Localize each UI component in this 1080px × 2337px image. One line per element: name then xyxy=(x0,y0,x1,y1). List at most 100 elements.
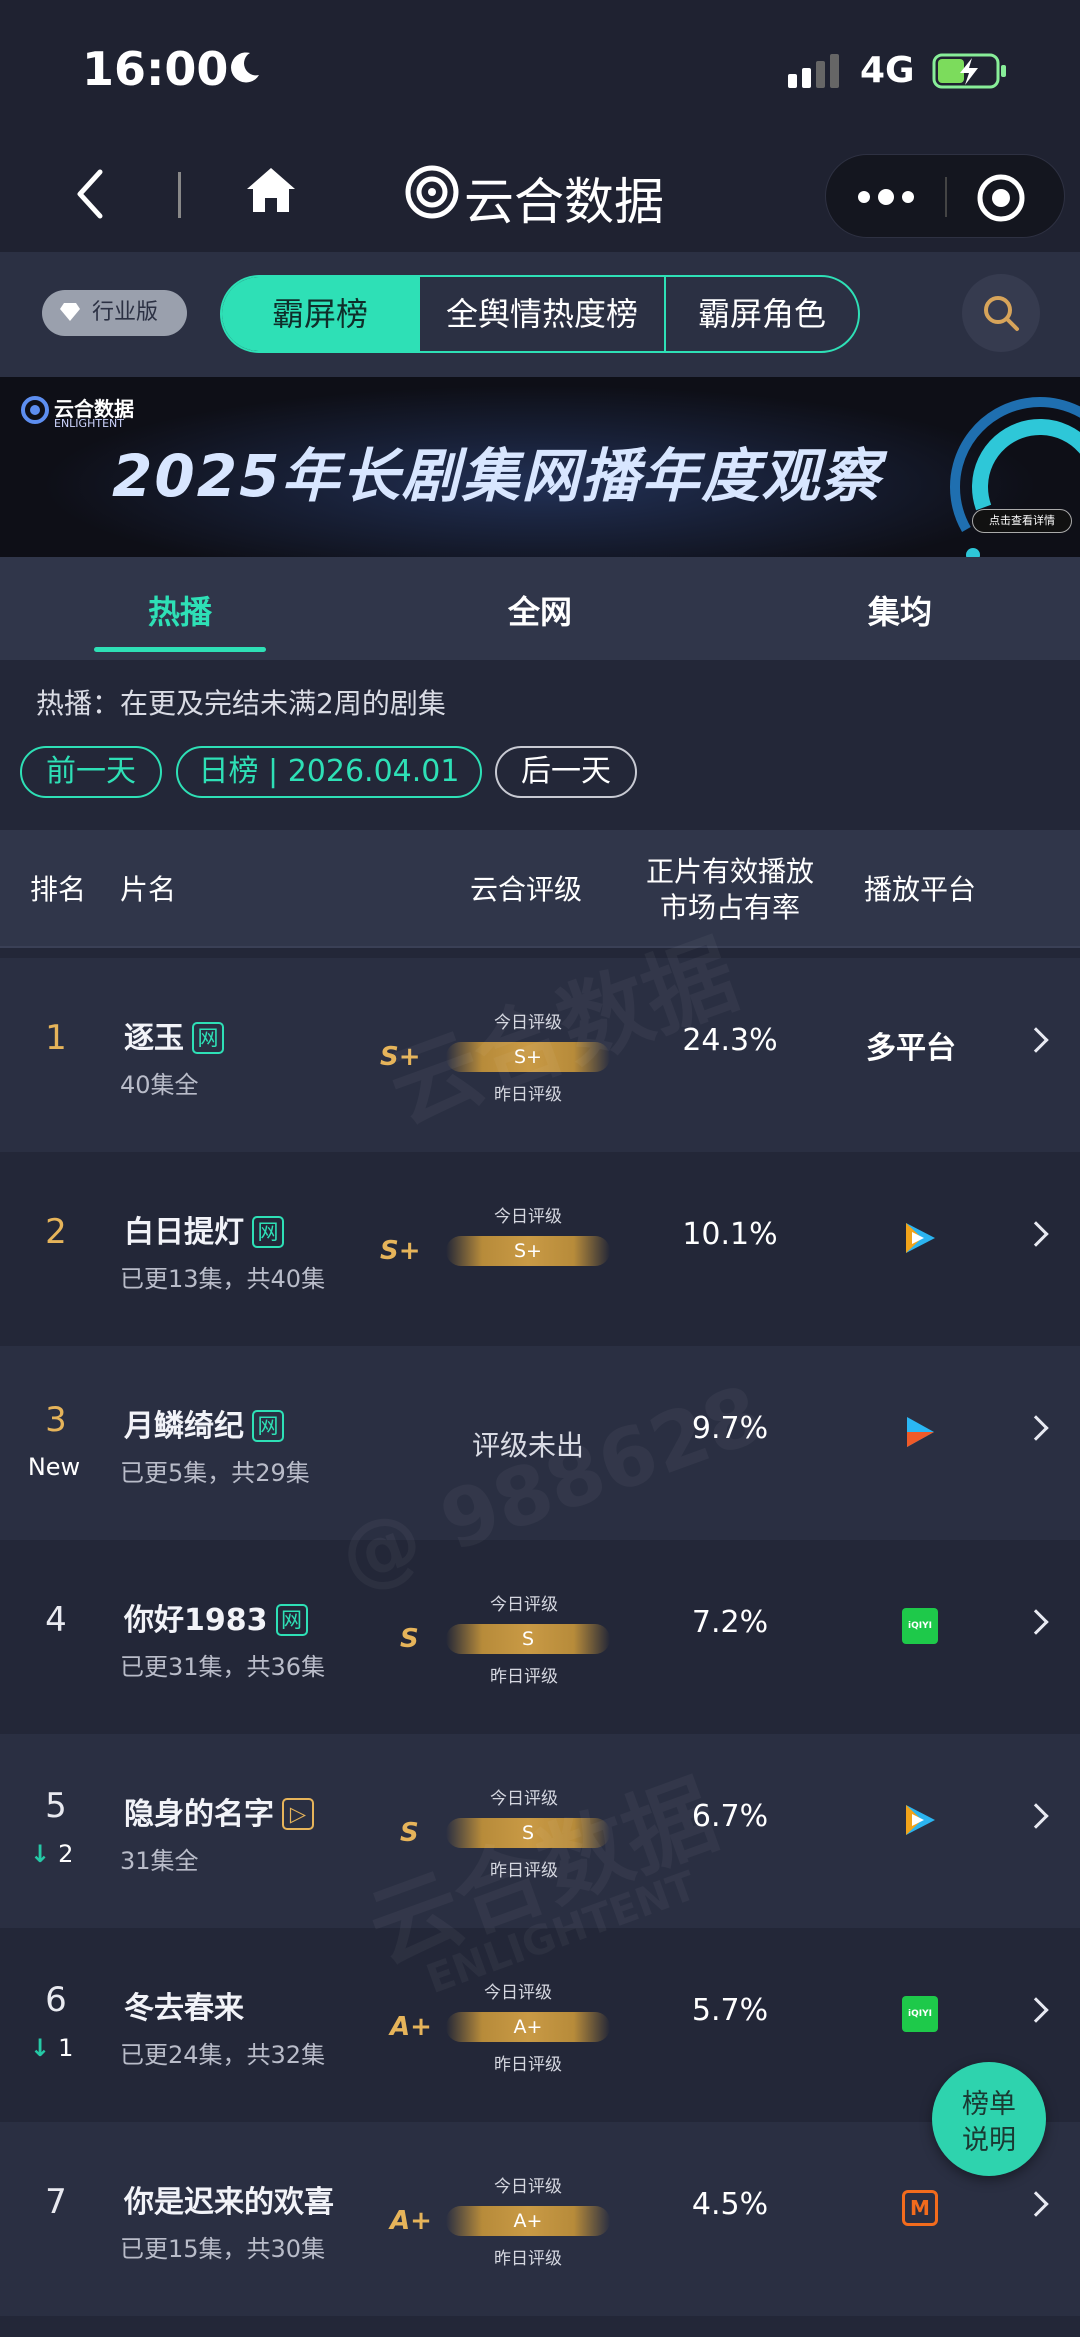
tencent-video-icon xyxy=(906,1805,935,1835)
segment-group: 霸屏榜 全舆情热度榜 霸屏角色 xyxy=(220,275,860,353)
play-badge: ▷ xyxy=(282,1798,314,1830)
iqiyi-icon: iQIYI xyxy=(902,1996,938,2032)
signal-icon xyxy=(788,54,839,88)
chevron-right-icon[interactable] xyxy=(1023,1221,1049,1247)
col-name: 片名 xyxy=(120,873,177,906)
table-row[interactable]: 2 白日提灯网 已更13集，共40集 S+ 今日评级 S+ 10.1% xyxy=(0,1152,1080,1346)
web-series-badge: 网 xyxy=(275,1604,308,1636)
rank-number: 1 xyxy=(45,1018,67,1058)
next-day-button[interactable]: 后一天 xyxy=(495,746,637,798)
segment-quanyuqing[interactable]: 全舆情热度榜 xyxy=(420,277,664,351)
chevron-right-icon[interactable] xyxy=(1023,1415,1049,1441)
grade-value: S+ xyxy=(380,1236,421,1266)
episode-info: 已更24集，共32集 xyxy=(120,2041,326,2069)
rank-change: ↓ 2 xyxy=(30,1840,73,1868)
tab-rebo[interactable]: 热播 xyxy=(80,587,280,633)
table-row[interactable]: 7 你是迟来的欢喜 已更15集，共30集 A+ 今日评级 A+ 昨日评级 4.5… xyxy=(0,2122,1080,2316)
drama-title-text: 隐身的名字 xyxy=(124,1797,274,1832)
arrow-down-icon: ↓ xyxy=(30,2034,51,2062)
banner-logo-icon xyxy=(21,396,49,424)
tab-active-indicator xyxy=(94,647,266,652)
rank-number: 5 xyxy=(45,1786,67,1826)
status-time: 16:00 xyxy=(82,42,229,96)
rank-number: 6 xyxy=(45,1980,67,2020)
market-share: 4.5% xyxy=(691,2187,769,2222)
table-header: 排名 片名 云合评级 正片有效播放 市场占有率 播放平台 xyxy=(0,830,1080,948)
capsule-divider xyxy=(945,177,947,217)
capsule-menu xyxy=(825,154,1065,238)
chevron-right-icon[interactable] xyxy=(1023,1609,1049,1635)
drama-title: 白日提灯网 xyxy=(124,1207,284,1251)
drama-title-text: 逐玉 xyxy=(124,1021,184,1056)
table-row[interactable]: 4 你好1983 网 已更31集，共36集 S 今日评级 S 昨日评级 7.2% … xyxy=(0,1540,1080,1734)
drama-title-text: 你好1983 xyxy=(124,1603,268,1638)
diamond-icon xyxy=(60,303,80,321)
youku-icon xyxy=(907,1417,934,1447)
segment-bapingbang[interactable]: 霸屏榜 xyxy=(222,277,418,351)
info-section: 热播：在更及完结未满2周的剧集 前一天 日榜 | 2026.04.01 后一天 xyxy=(0,660,1080,830)
drama-title-text: 冬去春来 xyxy=(124,1991,244,2026)
nav-divider xyxy=(178,172,181,218)
rank-number: 3 xyxy=(45,1400,67,1440)
market-share: 7.2% xyxy=(691,1605,769,1640)
rank-change-value: 2 xyxy=(58,1840,74,1868)
search-icon xyxy=(984,296,1019,331)
banner-title: 2025年长剧集网播年度观察 xyxy=(112,442,882,510)
search-button[interactable] xyxy=(962,274,1040,352)
tab-quanwang[interactable]: 全网 xyxy=(440,587,640,633)
app-title: 云合数据 xyxy=(464,173,664,231)
date-picker[interactable]: 日榜 | 2026.04.01 xyxy=(176,746,482,798)
grade-yesterday-label: 昨日评级 xyxy=(490,1667,558,1687)
back-icon[interactable] xyxy=(72,166,108,222)
tab-jijun[interactable]: 集均 xyxy=(800,587,1000,633)
fab-label-line2: 说明 xyxy=(962,2125,1016,2156)
hot-note: 热播：在更及完结未满2周的剧集 xyxy=(36,687,446,720)
edition-badge[interactable]: 行业版 xyxy=(42,290,187,336)
col-rank: 排名 xyxy=(30,873,87,906)
home-icon[interactable] xyxy=(243,162,299,218)
nav-bar: 云合数据 xyxy=(0,140,1080,252)
platform-multi: 多平台 xyxy=(866,1031,956,1066)
col-platform: 播放平台 xyxy=(864,873,977,906)
chevron-right-icon[interactable] xyxy=(1023,1027,1049,1053)
tab-bar: 热播 全网 集均 xyxy=(0,557,1080,660)
new-entry-badge: New xyxy=(27,1453,81,1481)
drama-title: 隐身的名字 ▷ xyxy=(124,1789,314,1833)
drama-title: 冬去春来 xyxy=(124,1983,244,2027)
more-icon[interactable] xyxy=(856,185,916,209)
chevron-right-icon[interactable] xyxy=(1023,1997,1049,2023)
chevron-right-icon[interactable] xyxy=(1023,2191,1049,2217)
arrow-down-icon: ↓ xyxy=(30,1840,51,1868)
close-miniapp-icon[interactable] xyxy=(976,173,1026,223)
grade-today-label: 今日评级 xyxy=(490,1595,558,1615)
drama-title-text: 你是迟来的欢喜 xyxy=(124,2185,334,2220)
filter-row: 行业版 霸屏榜 全舆情热度榜 霸屏角色 xyxy=(0,252,1080,377)
list-explanation-button[interactable]: 榜单 说明 xyxy=(932,2062,1046,2176)
episode-info: 已更5集，共29集 xyxy=(120,1459,310,1487)
status-bar: 16:00 4G xyxy=(0,0,1080,140)
banner-cta[interactable]: 点击查看详情 xyxy=(972,509,1072,533)
rank-number: 4 xyxy=(45,1600,67,1640)
promo-banner[interactable]: 云合数据 ENLIGHTENT 2025年长剧集网播年度观察 点击查看详情 xyxy=(0,377,1080,557)
chevron-right-icon[interactable] xyxy=(1023,1803,1049,1829)
prev-day-button[interactable]: 前一天 xyxy=(20,746,162,798)
rank-change: ↓ 1 xyxy=(30,2034,73,2062)
market-share: 5.7% xyxy=(691,1993,769,2028)
grade-value: A+ xyxy=(390,2012,432,2042)
moon-icon xyxy=(231,52,259,83)
drama-title: 你好1983 网 xyxy=(124,1595,308,1639)
web-series-badge: 网 xyxy=(252,1410,284,1442)
drama-title: 逐玉网 xyxy=(124,1013,224,1057)
grade-today-label: 今日评级 xyxy=(494,1207,562,1227)
iqiyi-icon: iQIYI xyxy=(902,1608,938,1644)
grade-bar: S xyxy=(446,1624,610,1654)
episode-info: 已更15集，共30集 xyxy=(120,2235,326,2263)
web-series-badge: 网 xyxy=(192,1022,224,1054)
episode-info: 已更13集，共40集 xyxy=(120,1265,326,1293)
grade-bar: A+ xyxy=(446,2206,610,2236)
col-share-line1: 正片有效播放 xyxy=(645,855,814,888)
drama-title-text: 白日提灯 xyxy=(124,1215,244,1250)
network-label: 4G xyxy=(860,50,915,91)
segment-bapingjiaose[interactable]: 霸屏角色 xyxy=(666,277,858,351)
rank-change-value: 1 xyxy=(58,2034,74,2062)
